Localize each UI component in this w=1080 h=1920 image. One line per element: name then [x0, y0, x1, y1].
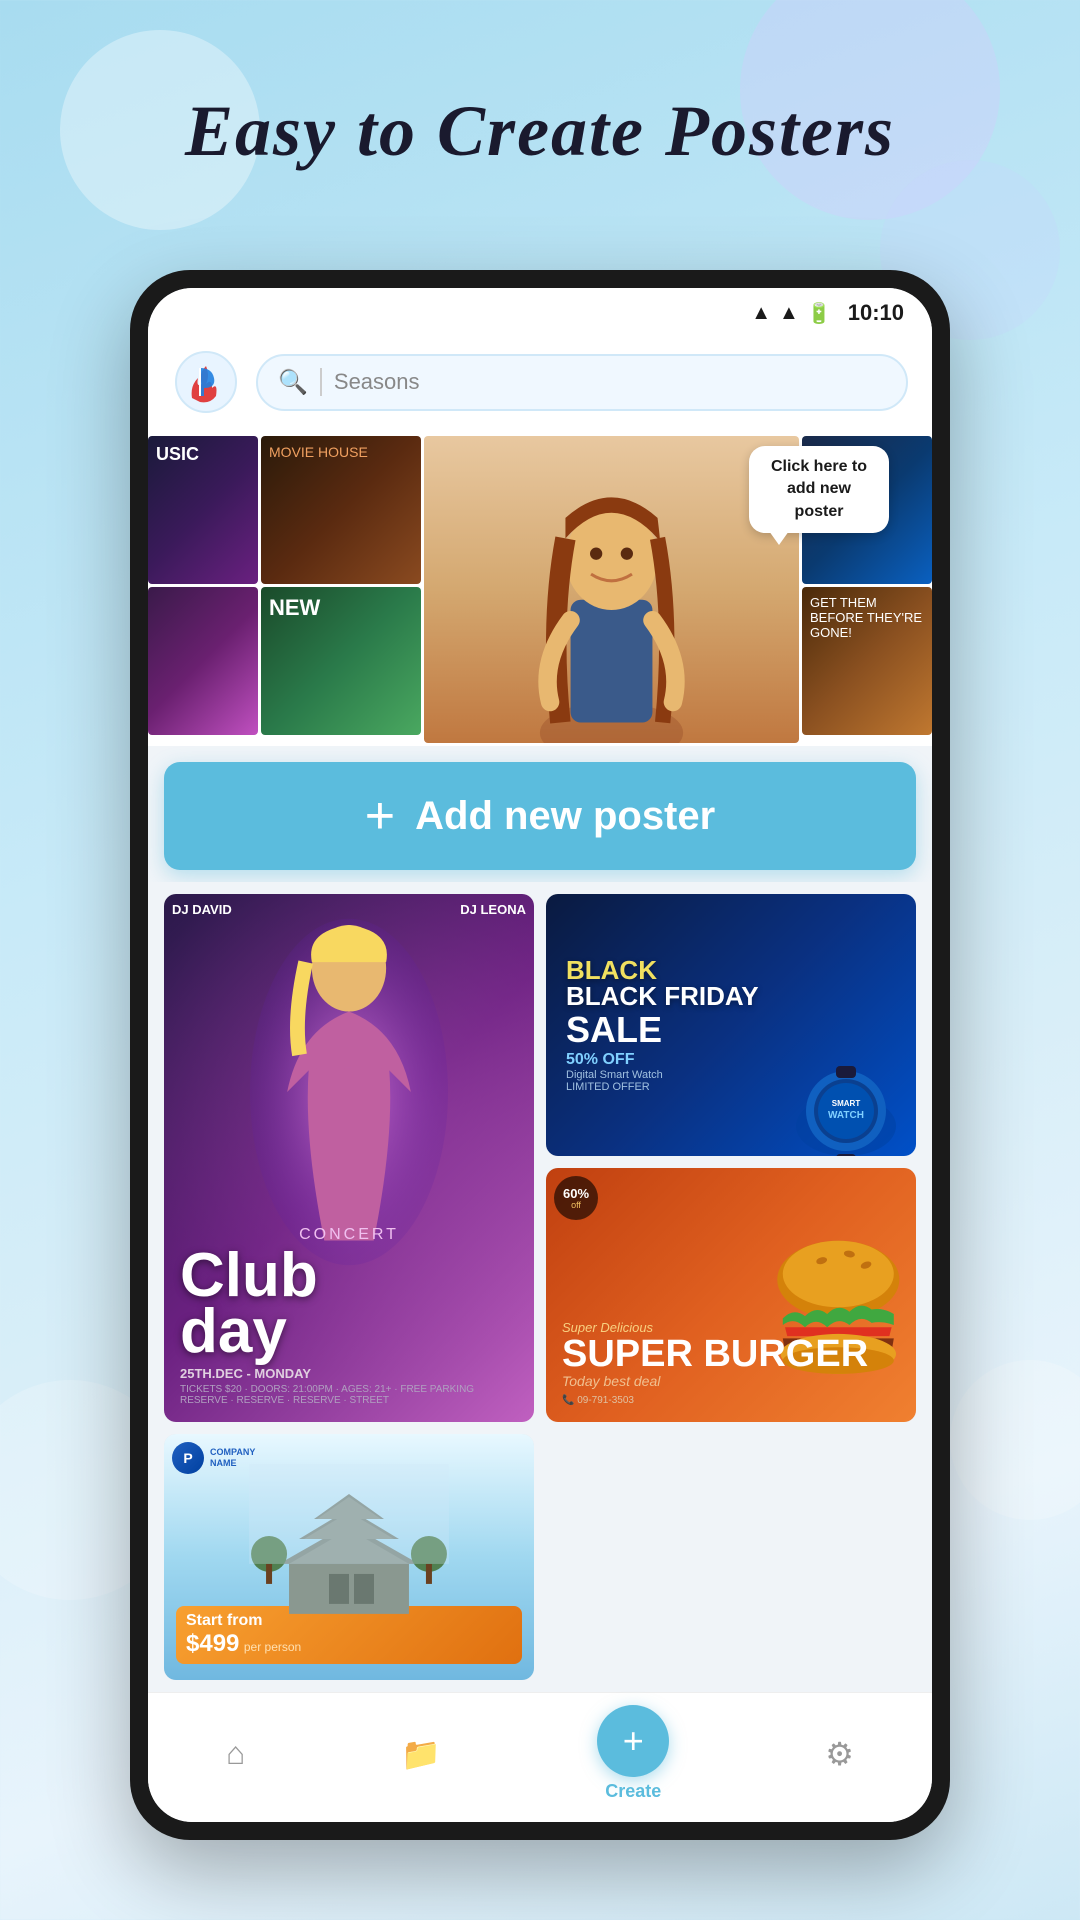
club-title: Club day	[180, 1248, 518, 1360]
app-header: 🔍 Seasons	[148, 332, 932, 436]
battery-icon: 🔋	[807, 301, 832, 326]
svg-text:SMART: SMART	[832, 1099, 861, 1108]
bf-sale: SALE	[566, 1009, 896, 1051]
search-icon: 🔍	[278, 368, 308, 397]
bf-subtext: Digital Smart WatchLIMITED OFFER	[566, 1069, 896, 1093]
gallery-blackfriday-poster[interactable]: SMART WATCH BLACK BLACK FRIDAY SALE 50% …	[546, 894, 916, 1156]
gallery-burger-poster[interactable]: 60% off Super Delicious SUPER BURGER Tod…	[546, 1168, 916, 1422]
gallery-travel-poster[interactable]: P COMPANYNAME	[164, 1434, 534, 1680]
home-icon: ⌂	[226, 1735, 245, 1772]
person-svg	[424, 436, 799, 743]
poster-gallery: DJ DAVID DJ LEONA CONCERT Club day 25TH.…	[148, 882, 932, 1692]
showcase-event: GET THEMBEFORE THEY'REGONE!	[802, 587, 932, 735]
dj-names: DJ DAVID DJ LEONA	[172, 902, 526, 917]
add-poster-button[interactable]: + Add new poster	[164, 762, 916, 870]
showcase-grid: USIC MOVIE HOUSE NEW	[148, 436, 932, 746]
showcase-col-3: Click here to add new poster	[424, 436, 799, 746]
burger-contact: 📞 09-791-3503	[562, 1395, 900, 1406]
showcase-new: NEW	[261, 587, 421, 735]
search-bar[interactable]: 🔍 Seasons	[256, 354, 908, 411]
add-plus-icon: +	[365, 790, 395, 842]
showcase-movie: MOVIE HOUSE	[261, 436, 421, 584]
search-divider	[320, 368, 322, 396]
pagoda-svg	[164, 1464, 534, 1624]
nav-create[interactable]: + Create	[597, 1705, 669, 1802]
poster-showcase: USIC MOVIE HOUSE NEW	[148, 436, 932, 746]
burger-content: Super Delicious SUPER BURGER Today best …	[562, 1320, 900, 1406]
bf-content: BLACK BLACK FRIDAY SALE 50% OFF Digital …	[562, 953, 900, 1097]
nav-folder[interactable]: 📁	[401, 1735, 441, 1773]
nav-home[interactable]: ⌂	[226, 1735, 245, 1772]
create-label: Create	[605, 1781, 661, 1802]
bottom-nav: ⌂ 📁 + Create ⚙	[148, 1692, 932, 1822]
club-info: CONCERT Club day 25TH.DEC - MONDAY TICKE…	[180, 1226, 518, 1406]
bf-discount: 50% OFF	[566, 1051, 896, 1069]
burger-sub: Today best deal	[562, 1373, 900, 1389]
status-icons: ▲ ▲ 🔋 10:10	[751, 300, 904, 326]
folder-icon: 📁	[401, 1735, 441, 1773]
nav-settings[interactable]: ⚙	[825, 1735, 854, 1773]
signal-icon: ▲	[779, 302, 799, 325]
showcase-col-2: MOVIE HOUSE NEW	[261, 436, 421, 746]
showcase-col-1: USIC	[148, 436, 258, 746]
club-date: 25TH.DEC - MONDAY	[180, 1366, 518, 1381]
status-time: 10:10	[848, 300, 904, 326]
discount-badge: 60% off	[554, 1176, 598, 1220]
add-poster-label: Add new poster	[415, 794, 715, 839]
phone-screen: ▲ ▲ 🔋 10:10 🔍 Seasons	[148, 288, 932, 1822]
wifi-icon: ▲	[751, 302, 771, 325]
app-logo	[172, 348, 240, 416]
create-plus-icon: +	[623, 1720, 644, 1762]
club-details: TICKETS $20 · DOORS: 21:00PM · AGES: 21+…	[180, 1384, 518, 1406]
main-title: Easy to Create Posters	[0, 90, 1080, 173]
settings-icon: ⚙	[825, 1735, 854, 1773]
create-button[interactable]: +	[597, 1705, 669, 1777]
bf-title: BLACK BLACK FRIDAY	[566, 957, 896, 1009]
gallery-club-poster[interactable]: DJ DAVID DJ LEONA CONCERT Club day 25TH.…	[164, 894, 534, 1422]
search-input-text[interactable]: Seasons	[334, 369, 420, 395]
decorative-bubble-5	[950, 1360, 1080, 1520]
showcase-girl	[148, 587, 258, 735]
phone-frame: ▲ ▲ 🔋 10:10 🔍 Seasons	[130, 270, 950, 1840]
showcase-music: USIC	[148, 436, 258, 584]
svg-text:WATCH: WATCH	[828, 1110, 864, 1121]
speech-bubble: Click here to add new poster	[749, 446, 889, 533]
burger-title: SUPER BURGER	[562, 1335, 900, 1373]
status-bar: ▲ ▲ 🔋 10:10	[148, 288, 932, 332]
